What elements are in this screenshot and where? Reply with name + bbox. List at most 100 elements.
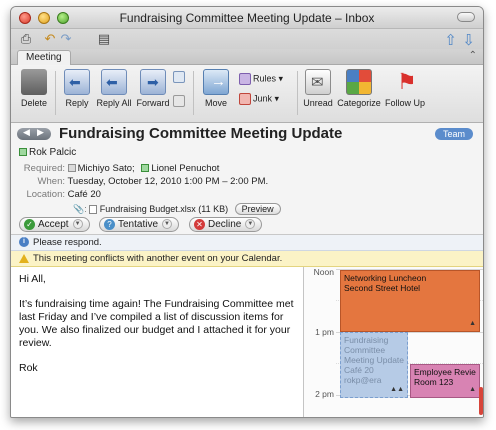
reply-all-icon — [101, 69, 127, 95]
quick-access-toolbar: ⎙ ↶ ↷ ▤ ⇧ ⇩ — [11, 29, 483, 49]
attendee-name[interactable]: Michiyo Sato; — [78, 163, 135, 174]
question-icon: ? — [104, 218, 115, 230]
calendar-event-lunch[interactable]: Networking Luncheon Second Street Hotel … — [340, 270, 480, 332]
signature: Rok — [19, 362, 38, 374]
meeting-location: Location: Café 20 — [19, 189, 101, 200]
attendee-name[interactable]: Lionel Penuchot — [151, 163, 219, 174]
greeting: Hi All, — [19, 273, 46, 285]
redo-icon[interactable]: ↷ — [59, 32, 73, 45]
file-icon — [89, 205, 98, 215]
attachment-name[interactable]: Fundraising Budget.xlsx (11 KB) — [100, 204, 228, 214]
print-icon[interactable]: ⎙ — [19, 32, 33, 45]
sender[interactable]: Rok Palcic — [19, 147, 76, 158]
categorize-icon — [346, 69, 372, 95]
forward-label: Forward — [136, 98, 170, 108]
tab-meeting[interactable]: Meeting — [17, 50, 71, 65]
meeting-calendar-icon[interactable] — [173, 71, 187, 83]
collapse-ribbon-icon[interactable]: ⌃ — [469, 50, 477, 61]
next-message-icon[interactable]: ⇩ — [462, 31, 475, 49]
time-label: Noon — [313, 267, 334, 277]
forward-icon — [140, 69, 166, 95]
junk-label: Junk — [253, 93, 273, 104]
respond-infobar: i Please respond. — [11, 235, 483, 251]
follow-up-label: Follow Up — [385, 98, 426, 108]
event-location: Café 20 — [344, 365, 374, 375]
unread-label: Unread — [303, 98, 333, 108]
rules-label: Rules — [253, 73, 277, 84]
toolbar-toggle-button[interactable] — [457, 12, 475, 22]
calendar-scroll-indicator[interactable] — [479, 387, 483, 415]
time-label: 2 pm — [315, 389, 334, 399]
info-icon: i — [19, 237, 29, 248]
lock-icon: ▲▲ — [390, 386, 404, 393]
event-location: Room 123 — [414, 377, 454, 387]
forward-nav-icon[interactable]: ▶ — [37, 127, 44, 138]
junk-icon — [239, 93, 251, 105]
mail-window: Fundraising Committee Meeting Update – I… — [10, 6, 484, 418]
lock-icon: ▲ — [469, 320, 476, 327]
ribbon-divider — [55, 71, 56, 115]
message-body[interactable]: Hi All, It’s fundraising time again! The… — [11, 267, 303, 417]
categorize-label: Categorize — [337, 98, 381, 108]
contact-icon — [19, 148, 27, 157]
envelope-icon — [305, 69, 331, 95]
delete-button[interactable]: Delete — [19, 69, 49, 108]
conflict-infobar: This meeting conflicts with another even… — [11, 251, 483, 267]
sender-name: Rok Palcic — [29, 147, 77, 158]
event-organizer: rokp@era — [344, 375, 382, 385]
reply-all-label: Reply All — [96, 98, 132, 108]
junk-button[interactable]: Junk ▾ — [239, 93, 279, 105]
location-value: Café 20 — [67, 189, 101, 200]
time-label: 1 pm — [315, 327, 334, 337]
reply-button[interactable]: Reply — [61, 69, 93, 108]
rules-icon — [239, 73, 251, 85]
message-nav-buttons[interactable]: ◀ ▶ — [17, 127, 51, 140]
follow-up-button[interactable]: Follow Up — [385, 69, 425, 108]
ribbon-tab-row: Meeting ⌃ — [11, 49, 483, 65]
forward-button[interactable]: Forward — [135, 69, 171, 108]
reply-label: Reply — [65, 98, 89, 108]
trash-icon — [21, 69, 47, 95]
event-title: Fundraising Committee Meeting Update — [344, 335, 405, 365]
required-attendees: Required: Michiyo Sato; Lionel Penuchot — [19, 163, 220, 174]
category-badge[interactable]: Team — [434, 128, 473, 140]
unread-button[interactable]: Unread — [303, 69, 333, 108]
chevron-down-icon[interactable]: ▼ — [245, 219, 256, 230]
decline-button[interactable]: ✕ Decline ▼ — [189, 217, 263, 232]
when-value: Tuesday, October 12, 2010 1:00 PM – 2:00… — [67, 176, 269, 187]
calendar-event-employee[interactable]: Employee Revie Room 123 ▲ — [410, 364, 480, 398]
chevron-down-icon[interactable]: ▼ — [162, 219, 173, 230]
calendar-event-fundraising[interactable]: Fundraising Committee Meeting Update Caf… — [340, 332, 408, 398]
delete-label: Delete — [20, 98, 47, 108]
tentative-label: Tentative — [118, 219, 159, 230]
paperclip-icon: 📎: — [73, 204, 87, 214]
move-button[interactable]: Move — [199, 69, 233, 108]
attachment-tool-icon[interactable] — [173, 95, 187, 107]
reply-all-button[interactable]: Reply All — [95, 69, 133, 108]
respond-text: Please respond. — [33, 237, 102, 248]
reply-icon — [64, 69, 90, 95]
window-title: Fundraising Committee Meeting Update – I… — [119, 11, 375, 25]
event-location: Second Street Hotel — [344, 283, 421, 293]
accept-label: Accept — [38, 219, 69, 230]
event-title: Networking Luncheon — [344, 273, 427, 283]
back-icon[interactable]: ◀ — [23, 127, 30, 138]
contact-icon — [67, 164, 76, 173]
previous-message-icon[interactable]: ⇧ — [444, 31, 457, 49]
checkmark-icon: ✓ — [24, 218, 35, 230]
message-subject: Fundraising Committee Meeting Update — [59, 125, 343, 142]
undo-icon[interactable]: ↶ — [43, 32, 57, 45]
event-title: Employee Revie — [414, 367, 476, 377]
save-icon[interactable]: ▤ — [97, 32, 111, 45]
chevron-down-icon[interactable]: ▼ — [72, 219, 83, 230]
required-label: Required: — [23, 163, 65, 174]
attachment-row: 📎: Fundraising Budget.xlsx (11 KB) Previ… — [73, 203, 281, 215]
preview-button[interactable]: Preview — [234, 203, 281, 215]
accept-button[interactable]: ✓ Accept ▼ — [19, 217, 90, 232]
categorize-button[interactable]: Categorize — [337, 69, 381, 108]
tentative-button[interactable]: ? Tentative ▼ — [99, 217, 180, 232]
body-paragraph: It’s fundraising time again! The Fundrai… — [19, 298, 294, 349]
flag-icon — [392, 69, 418, 95]
rules-button[interactable]: Rules ▾ — [239, 73, 283, 85]
ribbon-divider — [297, 71, 298, 115]
